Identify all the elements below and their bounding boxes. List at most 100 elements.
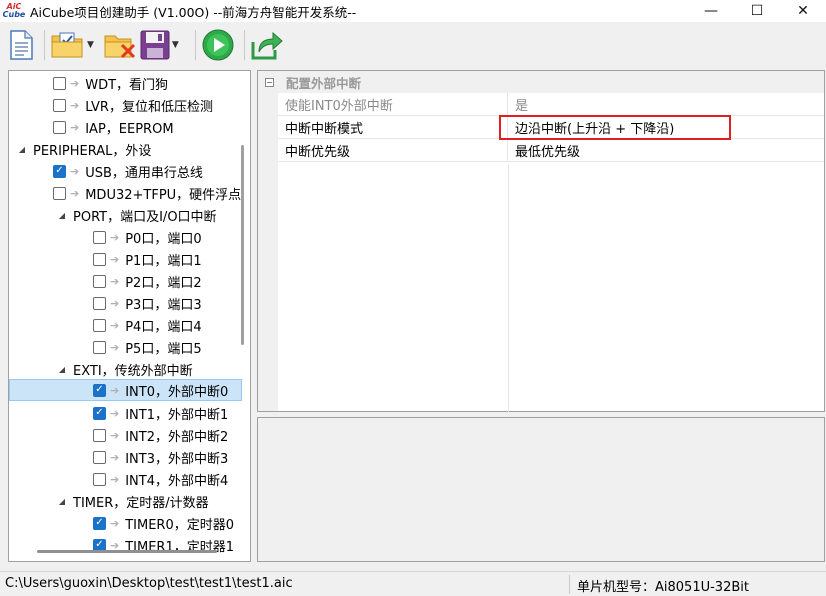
mcu-model: 单片机型号：Ai8051U-32Bit (577, 580, 749, 595)
property-name: 使能INT0外部中断 (278, 93, 508, 115)
vertical-scrollbar[interactable] (241, 145, 244, 345)
checkbox[interactable] (93, 274, 106, 288)
checkbox[interactable] (53, 76, 66, 90)
tree-item-wdt[interactable]: ➔ WDT，看门狗 (9, 72, 242, 94)
open-button[interactable]: ▼ (51, 27, 100, 63)
tree-item-mdu32[interactable]: ➔ MDU32+TFPU，硬件浮点 (9, 182, 242, 204)
window-title: AiCube项目创建助手 (V1.00O) --前海方舟智能开发系统-- (30, 4, 357, 20)
property-group-header[interactable]: − 配置外部中断 (258, 71, 824, 93)
checkbox[interactable] (93, 340, 106, 354)
arrow-right-icon: ➔ (110, 383, 120, 397)
checkbox[interactable] (53, 98, 66, 112)
tree-group-exti[interactable]: ◢ EXTI，传统外部中断 (9, 358, 242, 380)
arrow-right-icon: ➔ (110, 428, 120, 442)
tree-item-lvr[interactable]: ➔ LVR，复位和低压检测 (9, 94, 242, 116)
tree-item-usb[interactable]: ✓ ➔ USB，通用串行总线 (9, 160, 242, 182)
minimize-icon: — (704, 3, 718, 19)
close-project-icon (104, 35, 135, 59)
checkbox[interactable] (93, 428, 106, 442)
checkbox-checked[interactable]: ✓ (93, 383, 106, 397)
new-button[interactable] (8, 27, 34, 63)
tree-item-p2[interactable]: ➔ P2口，端口2 (9, 270, 242, 292)
arrow-right-icon: ➔ (110, 472, 120, 486)
expand-triangle-icon[interactable]: ◢ (55, 211, 69, 220)
tree-item-iap[interactable]: ➔ IAP，EEPROM (9, 116, 242, 138)
status-bar: C:\Users\guoxin\Desktop\test\test1\test1… (0, 571, 826, 596)
expand-triangle-icon[interactable]: ◢ (55, 497, 69, 506)
arrow-right-icon: ➔ (70, 164, 80, 178)
close-icon: ✕ (797, 3, 809, 19)
tree-group-peripheral[interactable]: ◢ PERIPHERAL，外设 (9, 138, 242, 160)
arrow-right-icon: ➔ (110, 450, 120, 464)
tree-group-timer[interactable]: ◢ TIMER，定时器/计数器 (9, 490, 242, 512)
arrow-right-icon: ➔ (70, 76, 80, 90)
arrow-right-icon: ➔ (110, 296, 120, 310)
tree-item-p3[interactable]: ➔ P3口，端口3 (9, 292, 242, 314)
new-document-icon (10, 30, 33, 60)
tree-item-int1[interactable]: ✓ ➔ INT1，外部中断1 (9, 402, 242, 424)
arrow-right-icon: ➔ (110, 406, 120, 420)
tree-item-p5[interactable]: ➔ P5口，端口5 (9, 336, 242, 358)
checkbox-checked[interactable]: ✓ (93, 406, 106, 420)
title-bar: AiC Cube AiCube项目创建助手 (V1.00O) --前海方舟智能开… (0, 0, 826, 22)
toolbar-separator (243, 30, 245, 60)
maximize-icon: ☐ (750, 3, 764, 19)
export-button[interactable] (251, 27, 283, 63)
horizontal-scrollbar[interactable] (37, 550, 217, 553)
arrow-right-icon: ➔ (70, 98, 80, 112)
arrow-right-icon: ➔ (110, 274, 120, 288)
arrow-right-icon: ➔ (110, 252, 120, 266)
toolbar-separator (194, 30, 196, 60)
chevron-down-icon[interactable]: ▼ (172, 40, 179, 50)
tree-item-timer0[interactable]: ✓ ➔ TIMER0，定时器0 (9, 512, 242, 534)
open-folder-icon (51, 32, 83, 58)
run-icon (202, 29, 234, 61)
arrow-right-icon: ➔ (70, 120, 80, 134)
checkbox-checked[interactable]: ✓ (93, 516, 106, 530)
tree-item-p0[interactable]: ➔ P0口，端口0 (9, 226, 242, 248)
arrow-right-icon: ➔ (110, 318, 120, 332)
expand-triangle-icon[interactable]: ◢ (15, 145, 29, 154)
property-row-enable-int0[interactable]: 使能INT0外部中断 是 (278, 93, 824, 116)
checkbox[interactable] (53, 120, 66, 134)
app-logo: AiC Cube (2, 2, 26, 19)
tree-group-port[interactable]: ◢ PORT，端口及I/O口中断 (9, 204, 242, 226)
property-value[interactable]: 最低优先级 (508, 139, 580, 161)
checkbox[interactable] (93, 296, 106, 310)
tree-item-int0[interactable]: ✓ ➔ INT0，外部中断0 (9, 379, 242, 401)
arrow-right-icon: ➔ (110, 230, 120, 244)
app-window: AiC Cube AiCube项目创建助手 (V1.00O) --前海方舟智能开… (0, 0, 826, 596)
chevron-down-icon[interactable]: ▼ (87, 40, 94, 50)
property-name: 中断中断模式 (278, 116, 508, 138)
collapse-icon[interactable]: − (265, 77, 274, 87)
checkbox-checked[interactable]: ✓ (53, 164, 66, 178)
save-button[interactable]: ▼ (140, 27, 185, 63)
tree-item-int4[interactable]: ➔ INT4，外部中断4 (9, 468, 242, 490)
expand-triangle-icon[interactable]: ◢ (55, 365, 69, 374)
checkbox[interactable] (93, 450, 106, 464)
arrow-right-icon: ➔ (70, 186, 80, 200)
property-value[interactable]: 是 (508, 93, 528, 115)
save-icon (140, 30, 170, 60)
arrow-right-icon: ➔ (110, 516, 120, 530)
highlight-annotation (499, 115, 731, 140)
minimize-button[interactable]: — (688, 0, 734, 22)
export-icon (251, 31, 283, 60)
tree-item-int3[interactable]: ➔ INT3，外部中断3 (9, 446, 242, 468)
property-name: 中断优先级 (278, 139, 508, 161)
tree-item-int2[interactable]: ➔ INT2，外部中断2 (9, 424, 242, 446)
checkbox[interactable] (93, 318, 106, 332)
checkbox[interactable] (53, 186, 66, 200)
checkbox[interactable] (93, 230, 106, 244)
run-button[interactable] (202, 27, 234, 63)
property-row-priority[interactable]: 中断优先级 最低优先级 (278, 139, 824, 162)
toolbar: ▼ ▼ (0, 24, 826, 66)
tree-item-p4[interactable]: ➔ P4口，端口4 (9, 314, 242, 336)
close-button[interactable]: ✕ (780, 0, 826, 22)
tree-item-p1[interactable]: ➔ P1口，端口1 (9, 248, 242, 270)
checkbox[interactable] (93, 472, 106, 486)
peripheral-tree[interactable]: ➔ WDT，看门狗 ➔ LVR，复位和低压检测 ➔ IAP，EEPROM ◢ P… (8, 70, 251, 562)
close-project-button[interactable] (104, 27, 136, 63)
maximize-button[interactable]: ☐ (734, 0, 780, 22)
checkbox[interactable] (93, 252, 106, 266)
